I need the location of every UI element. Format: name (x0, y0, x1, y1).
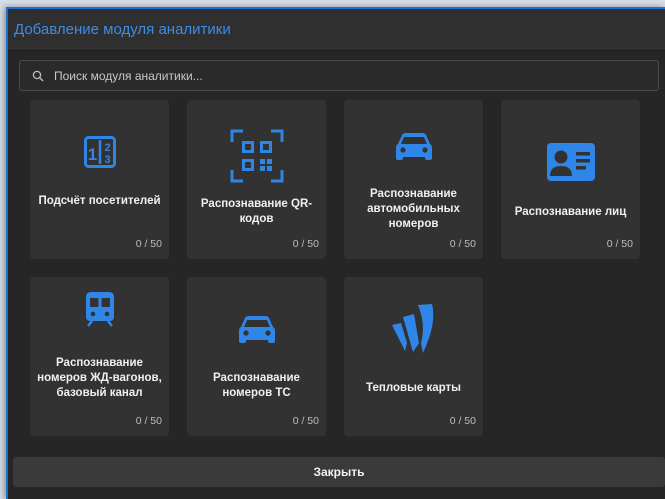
module-label: Подсчёт посетителей (38, 195, 161, 207)
module-count: 0 / 50 (292, 238, 319, 250)
search-box[interactable] (19, 60, 659, 91)
car-icon (395, 133, 432, 160)
heatmap-icon (391, 304, 433, 353)
qr-code-icon (230, 129, 283, 183)
dialog-titlebar: Добавление модуля аналитики (8, 9, 665, 51)
module-count: 0 / 50 (135, 238, 162, 250)
module-card-license-plate-recognition[interactable]: Распознавание автомобильных номеров 0 / … (344, 100, 483, 259)
dialog-title: Добавление модуля аналитики (14, 21, 231, 38)
module-label: Распознавание номеров ТС (213, 372, 300, 399)
module-count: 0 / 50 (449, 415, 476, 427)
module-label: Распознавание лиц (514, 206, 627, 218)
module-count: 0 / 50 (292, 415, 319, 427)
svg-text:2: 2 (104, 142, 110, 154)
close-button[interactable]: Закрыть (13, 457, 665, 487)
module-card-visitor-counter[interactable]: 1 2 3 Подсчёт посетителей 0 / 50 (30, 100, 169, 259)
svg-text:3: 3 (104, 154, 110, 166)
module-label: Тепловые карты (366, 382, 461, 394)
train-icon (85, 292, 114, 327)
counter-icon: 1 2 3 (83, 136, 116, 168)
module-label: Распознавание автомобильных номеров (367, 188, 460, 230)
module-label: Распознавание номеров ЖД-вагонов, базовы… (37, 357, 162, 399)
module-card-vehicle-number-recognition[interactable]: Распознавание номеров ТС 0 / 50 (187, 277, 326, 436)
module-label: Распознавание QR-кодов (200, 198, 313, 225)
car-icon (238, 316, 275, 343)
id-card-icon (546, 143, 595, 181)
module-card-face-recognition[interactable]: Распознавание лиц 0 / 50 (501, 100, 640, 259)
search-icon (32, 70, 44, 81)
module-card-heatmaps[interactable]: Тепловые карты 0 / 50 (344, 277, 483, 436)
search-row (8, 51, 665, 91)
module-grid: 1 2 3 Подсчёт посетителей 0 / 50 Распозн… (30, 100, 640, 436)
module-count: 0 / 50 (135, 415, 162, 427)
svg-text:1: 1 (87, 145, 96, 164)
search-input[interactable] (54, 68, 658, 83)
module-card-railcar-number-recognition[interactable]: Распознавание номеров ЖД-вагонов, базовы… (30, 277, 169, 436)
module-card-qr-recognition[interactable]: Распознавание QR-кодов 0 / 50 (187, 100, 326, 259)
module-count: 0 / 50 (449, 238, 476, 250)
module-count: 0 / 50 (606, 238, 633, 250)
close-button-label: Закрыть (313, 465, 365, 479)
